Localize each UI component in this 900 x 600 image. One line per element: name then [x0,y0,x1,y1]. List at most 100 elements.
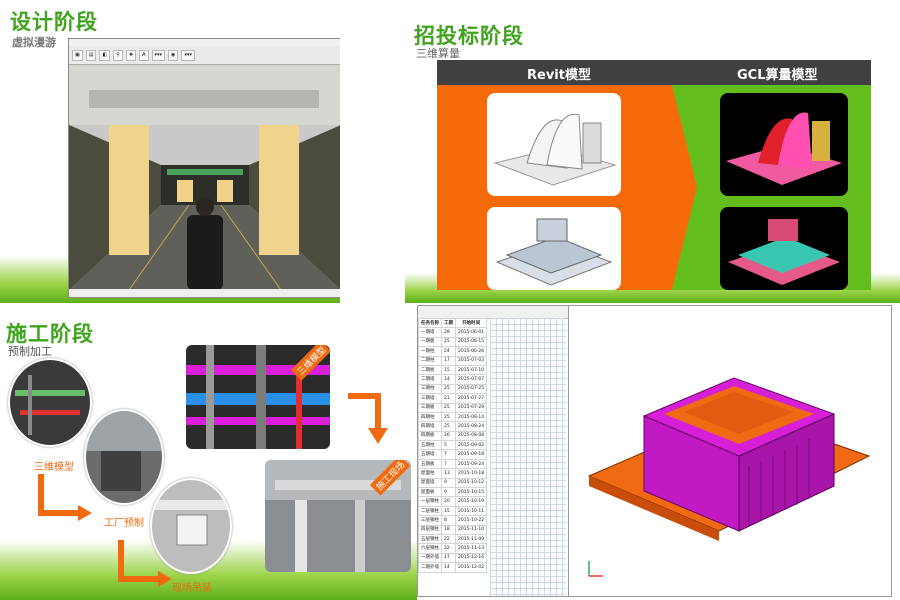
column-header[interactable]: 工期 [441,317,456,329]
table-cell: 18 [441,524,456,536]
table-cell: 2015-08-14 [454,411,488,423]
table-cell: 五层钢柱 [418,533,442,545]
table-cell: 15 [441,364,456,376]
table-cell: 2015-12-02 [454,562,488,573]
table-cell: 13 [441,468,456,479]
toolbar-dropdown[interactable]: ▾▾▾ [181,49,195,61]
table-cell: 2015-06-26 [454,346,488,357]
table-row[interactable]: 一期墙 28 2015-06-01 [418,327,488,338]
table-cell: 三层钢柱 [418,515,442,526]
table-cell: 22 [441,543,456,554]
table-row[interactable]: 五期板 7 2015-09-24 [418,458,488,470]
table-cell: 2015-07-03 [454,355,488,366]
schedule-gantt-panel[interactable]: 任务名称 工期 开始时间 一期墙 28 2015-06-01 一期板 25 2015-06… [417,305,569,597]
table-row[interactable]: 三期墙 21 2015-07-27 [418,393,488,404]
table-row[interactable]: 一期外墙 17 2015-12-16 [418,552,488,564]
table-row[interactable]: 二层钢柱 15 2015-10-11 [418,505,488,517]
table-cell: 9 [441,477,456,489]
building-3d-render [587,377,871,577]
table-row[interactable]: 屋面墙 9 2015-10-12 [418,477,488,489]
viewer-toolbar: ▣ ▤ ◧ ⚲ ✚ A ▾▾▾ ◉ ▾▾▾ [69,46,340,65]
table-row[interactable]: 四期墙 25 2015-08-24 [418,421,488,432]
table-cell: 屋面墙 [418,477,442,489]
factory-photo [86,411,162,491]
table-cell: 2015-10-15 [454,487,488,498]
bidding-subtitle: 三维算量 [416,47,460,60]
table-cell: 24 [441,346,456,357]
table-row[interactable]: 五期墙 7 2015-09-18 [418,449,488,460]
table-cell: 2015-10-22 [454,515,488,526]
design-title: 设计阶段 [10,10,98,34]
revit-model-label: Revit模型 [527,68,591,83]
table-row[interactable]: 屋面板 9 2015-10-15 [418,487,488,498]
table-row[interactable]: 四层钢柱 18 2015-11-10 [418,524,488,536]
gantt-timeline-grid[interactable] [490,318,566,596]
table-row[interactable]: 五层钢柱 22 2015-11-09 [418,533,488,545]
table-cell: 17 [441,355,456,366]
bim-3d-view[interactable] [568,305,892,597]
table-cell: 一期柱 [418,346,442,357]
toolbar-button[interactable]: ▤ [85,49,97,61]
column-header[interactable]: 开始时间 [454,317,488,329]
table-row[interactable]: 四期柱 25 2015-08-14 [418,411,488,423]
step-label-site: 现场吊装 [172,583,212,594]
table-cell: 2015-07-10 [454,364,488,376]
table-cell: 22 [441,533,456,545]
table-row[interactable]: 二期墙 14 2015-07-07 [418,374,488,385]
table-cell: 六层钢柱 [418,543,442,554]
site-lift-circle [150,478,232,574]
flow-arrow-icon [38,510,80,516]
table-row[interactable]: 三期板 25 2015-07-29 [418,402,488,413]
table-cell: 一期板 [418,336,442,348]
gcl-building-render [728,219,840,285]
walkthrough-viewer-window[interactable]: ▣ ▤ ◧ ⚲ ✚ A ▾▾▾ ◉ ▾▾▾ [68,38,340,298]
table-cell: 2015-11-13 [454,543,488,554]
table-row[interactable]: 三层钢柱 8 2015-10-22 [418,515,488,526]
table-cell: 2015-06-15 [454,336,488,348]
table-cell: 14 [441,562,456,573]
table-cell: 9 [441,487,456,498]
site-photo [152,500,230,546]
table-cell: 四期板 [418,430,442,442]
table-cell: 2015-08-24 [454,421,488,432]
table-row[interactable]: 六层钢柱 22 2015-11-13 [418,543,488,554]
table-cell: 2015-09-18 [454,449,488,460]
pipe-model-render [15,375,85,435]
viewer-title-bar [69,39,340,46]
table-cell: 二层钢柱 [418,505,442,517]
toolbar-button[interactable]: ✚ [125,49,137,61]
design-stage-panel: 设计阶段 虚拟漫游 ▣ ▤ ◧ ⚲ ✚ A ▾▾▾ ◉ ▾▾▾ [0,0,340,303]
table-row[interactable]: 三期柱 25 2015-07-25 [418,383,488,395]
toolbar-button[interactable]: ◉ [168,49,179,61]
column-header[interactable]: 任务名称 [418,317,442,329]
table-row[interactable]: 二期外墙 14 2015-12-02 [418,562,488,573]
table-cell: 2015-07-25 [454,383,488,395]
toolbar-dropdown[interactable]: ▾▾▾ [151,49,166,61]
gcl-model-card-2 [720,207,848,290]
table-cell: 5 [441,440,456,451]
revit-model-card-1 [487,93,621,196]
toolbar-button[interactable]: ◧ [99,49,111,61]
table-cell: 三期板 [418,402,442,413]
table-row[interactable]: 二期柱 17 2015-07-03 [418,355,488,366]
table-row[interactable]: 一期板 25 2015-06-15 [418,336,488,348]
table-cell: 2015-10-11 [454,505,488,517]
factory-prefab-circle [84,409,164,505]
toolbar-button[interactable]: ⚲ [113,49,123,61]
table-row[interactable]: 四期板 26 2015-08-08 [418,430,488,442]
table-cell: 五期板 [418,458,442,470]
table-cell: 14 [441,374,456,385]
table-cell: 2015-07-27 [454,393,488,404]
toolbar-button[interactable]: A [139,49,149,61]
revit-model-card-2 [487,207,621,290]
table-row[interactable]: 二期板 15 2015-07-10 [418,364,488,376]
table-cell: 2015-08-08 [454,430,488,442]
toolbar-button[interactable]: ▣ [72,49,83,61]
table-cell: 21 [441,393,456,404]
table-row[interactable]: 五期柱 5 2015-09-02 [418,440,488,451]
table-row[interactable]: 一期柱 24 2015-06-26 [418,346,488,357]
table-cell: 一期墙 [418,327,442,338]
table-row[interactable]: 一层钢柱 20 2015-10-19 [418,496,488,507]
table-cell: 7 [441,458,456,470]
table-row[interactable]: 屋面柱 13 2015-10-18 [418,468,488,479]
